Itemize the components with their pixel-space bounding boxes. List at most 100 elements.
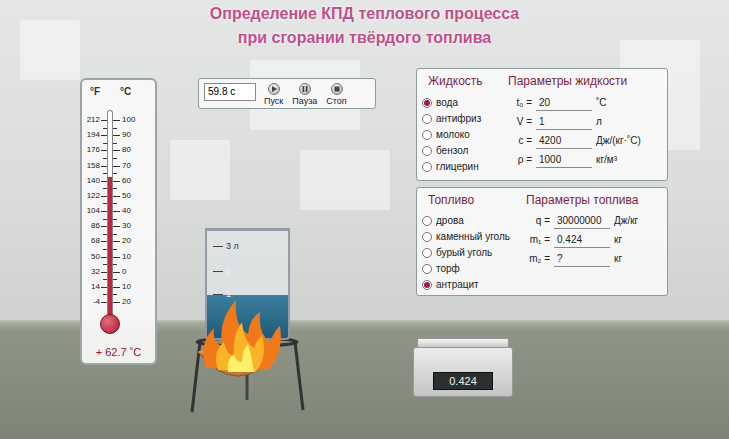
- scale-label: 14: [83, 282, 100, 292]
- stop-button[interactable]: Стоп: [326, 83, 346, 106]
- radio-button[interactable]: [422, 162, 432, 172]
- scale-label: -4: [83, 297, 100, 307]
- fuel-option[interactable]: бурый уголь: [422, 245, 526, 261]
- fuel-option[interactable]: торф: [422, 261, 526, 277]
- scale-label: 20: [122, 297, 142, 307]
- stop-icon[interactable]: [331, 83, 343, 95]
- option-label[interactable]: антифриз: [436, 113, 481, 125]
- radio-button[interactable]: [422, 130, 432, 140]
- param-label: V =: [508, 114, 532, 130]
- liquid-option[interactable]: бензол: [422, 143, 508, 159]
- param-label: t₀ =: [508, 95, 532, 111]
- button-label[interactable]: Пуск: [264, 96, 283, 106]
- fuel-panel: ТопливоПараметры топливадровакаменный уг…: [416, 187, 668, 296]
- title-line: Определение КПД теплового процесса: [210, 4, 519, 24]
- button-label[interactable]: Стоп: [326, 96, 346, 106]
- scale-label: 86: [83, 221, 100, 231]
- option-label[interactable]: молоко: [436, 129, 470, 141]
- volume-mark: 2: [213, 266, 231, 276]
- mark-label: 1: [226, 289, 231, 299]
- scale-label: 30: [122, 221, 142, 231]
- temperature-reading: + 62.7 ˚C: [82, 346, 155, 358]
- param-field[interactable]: 20: [536, 95, 592, 111]
- fuel-option[interactable]: антрацит: [422, 277, 526, 293]
- liquid-option[interactable]: антифриз: [422, 111, 508, 127]
- scale-label: 50: [122, 191, 142, 201]
- beaker: 3 л 2 1: [205, 228, 290, 340]
- fuel-option[interactable]: каменный уголь: [422, 229, 526, 245]
- volume-mark: 3 л: [213, 241, 239, 251]
- scale-label: 158: [83, 161, 100, 171]
- radio-button[interactable]: [422, 280, 432, 290]
- volume-mark: 1: [213, 289, 231, 299]
- param-field[interactable]: 4200: [536, 133, 592, 149]
- thermometer-bulb: [100, 314, 120, 334]
- scale-label: 212: [83, 115, 100, 125]
- param-field[interactable]: 30000000: [554, 213, 610, 229]
- param-unit: Дж/кг: [614, 213, 663, 229]
- param-label: c =: [508, 133, 532, 149]
- weighing-scale: 0.424: [413, 338, 513, 398]
- title-line: при сгорании твёрдого топлива: [238, 28, 491, 48]
- button-label[interactable]: Пауза: [292, 96, 317, 106]
- water-fill: [207, 295, 288, 338]
- thermometer-tube: [107, 120, 113, 302]
- option-label[interactable]: торф: [436, 263, 460, 275]
- param-label: m₂ =: [526, 251, 550, 267]
- radio-button[interactable]: [422, 264, 432, 274]
- play-icon[interactable]: [268, 83, 280, 95]
- option-label[interactable]: вода: [436, 97, 458, 109]
- param-unit: кг/м³: [596, 152, 663, 168]
- play-button[interactable]: Пуск: [264, 83, 283, 106]
- param-field[interactable]: 1000: [536, 152, 592, 168]
- radio-button[interactable]: [422, 146, 432, 156]
- timer-panel: 59.8 сПускПаузаСтоп: [198, 78, 376, 109]
- scale-label: 194: [83, 130, 100, 140]
- pause-button[interactable]: Пауза: [292, 83, 317, 106]
- scale-label: 90: [122, 130, 142, 140]
- section-header: Топливо: [422, 193, 526, 207]
- liquid-params: t₀ =20˚CV =1лc =4200Дж/(кг·˚C)ρ =1000кг/…: [508, 95, 663, 176]
- scale-label: 122: [83, 191, 100, 201]
- param-unit: Дж/(кг·˚C): [596, 133, 663, 149]
- param-unit: кг: [614, 232, 663, 248]
- param-label: q =: [526, 213, 550, 229]
- liquid-option[interactable]: молоко: [422, 127, 508, 143]
- liquid-option[interactable]: глицерин: [422, 159, 508, 175]
- option-label[interactable]: глицерин: [436, 161, 479, 173]
- scale-label: 40: [122, 206, 142, 216]
- scale-label: 70: [122, 161, 142, 171]
- fuel-option[interactable]: дрова: [422, 213, 526, 229]
- scale-label: 32: [83, 267, 100, 277]
- scale-label: 60: [122, 176, 142, 186]
- section-header: Жидкость: [422, 74, 508, 89]
- scale-label: 140: [83, 176, 100, 186]
- fuel-options: дрова каменный уголь бурый уголь торф антрац…: [422, 213, 526, 293]
- param-label: ρ =: [508, 152, 532, 168]
- burner-stand: [0, 0, 729, 439]
- param-unit: кг: [614, 251, 663, 267]
- option-label[interactable]: бурый уголь: [436, 247, 492, 259]
- param-field[interactable]: 0.424: [554, 232, 610, 248]
- scale-label: 68: [83, 236, 100, 246]
- mercury-fill: [108, 177, 112, 302]
- option-label[interactable]: антрацит: [436, 279, 479, 291]
- radio-button[interactable]: [422, 232, 432, 242]
- param-field[interactable]: ?: [554, 251, 610, 267]
- page-title: Определение КПД теплового процесса при сг…: [0, 4, 729, 48]
- option-label[interactable]: дрова: [436, 215, 464, 227]
- param-field[interactable]: 1: [536, 114, 592, 130]
- radio-button[interactable]: [422, 114, 432, 124]
- scale-label: 10: [122, 282, 142, 292]
- thermometer-panel: °F°C2121941761581401221048668503214-4100…: [80, 78, 157, 365]
- param-unit: ˚C: [596, 95, 663, 111]
- radio-button[interactable]: [422, 248, 432, 258]
- liquid-options: вода антифриз молоко бензол глицерин: [422, 95, 508, 176]
- pause-icon[interactable]: [299, 83, 311, 95]
- radio-button[interactable]: [422, 98, 432, 108]
- option-label[interactable]: каменный уголь: [436, 231, 510, 243]
- liquid-option[interactable]: вода: [422, 95, 508, 111]
- scale-label: 20: [122, 236, 142, 246]
- option-label[interactable]: бензол: [436, 145, 468, 157]
- radio-button[interactable]: [422, 216, 432, 226]
